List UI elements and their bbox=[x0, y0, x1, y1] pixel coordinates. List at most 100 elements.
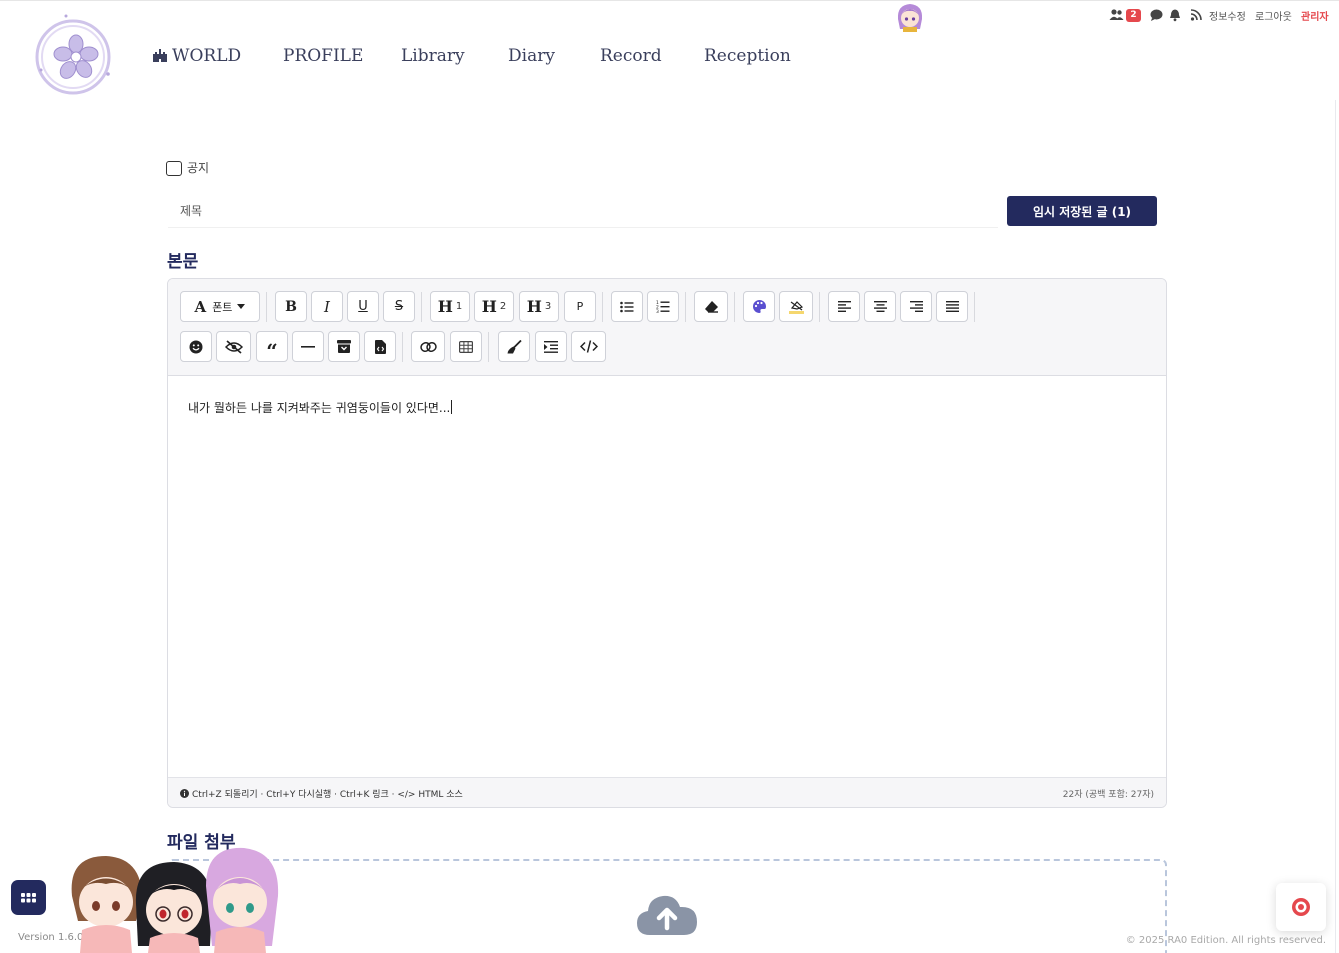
paragraph-button[interactable]: P bbox=[564, 291, 596, 322]
numbered-list-button[interactable]: 1 2 3 bbox=[647, 291, 679, 322]
editor-text: 내가 뭘하든 나를 지켜봐주는 귀염둥이들이 있다면... bbox=[188, 401, 451, 415]
bell-icon[interactable] bbox=[1169, 8, 1181, 22]
align-right-button[interactable] bbox=[900, 291, 932, 322]
logout-link[interactable]: 로그아웃 bbox=[1255, 8, 1292, 23]
insert-link-button[interactable] bbox=[411, 331, 445, 362]
clear-format-button[interactable] bbox=[694, 291, 728, 322]
clean-html-button[interactable] bbox=[498, 331, 530, 362]
align-justify-button[interactable] bbox=[936, 291, 968, 322]
highlight-color-button[interactable] bbox=[779, 291, 813, 322]
heading-3-button[interactable]: H3 bbox=[519, 291, 559, 322]
nav-profile[interactable]: PROFILE bbox=[283, 46, 363, 66]
shortcuts-hint-text: Ctrl+Z 되돌리기 · Ctrl+Y 다시실행 · Ctrl+K 링크 · … bbox=[192, 790, 463, 800]
strikethrough-icon: S bbox=[394, 299, 404, 314]
nav-reception[interactable]: Reception bbox=[704, 46, 791, 66]
bold-icon: B bbox=[285, 298, 297, 315]
text-color-button[interactable] bbox=[743, 291, 775, 322]
edit-profile-link[interactable]: 정보수정 bbox=[1209, 8, 1246, 23]
toolbar-separator bbox=[266, 292, 267, 322]
underline-icon: U bbox=[358, 299, 368, 314]
bold-button[interactable]: B bbox=[275, 291, 307, 322]
numbered-list-icon: 1 2 3 bbox=[656, 300, 670, 313]
paragraph-label: P bbox=[576, 300, 584, 313]
indent-button[interactable] bbox=[535, 331, 567, 362]
users-icon[interactable] bbox=[1109, 8, 1124, 22]
eye-slash-icon bbox=[224, 339, 243, 354]
app-menu-button[interactable] bbox=[11, 880, 46, 915]
user-avatar[interactable] bbox=[894, 1, 926, 32]
body-heading: 본문 bbox=[167, 252, 199, 272]
collapse-button[interactable] bbox=[328, 331, 360, 362]
target-icon bbox=[1292, 898, 1310, 916]
nav-world[interactable]: WORLD bbox=[152, 46, 241, 66]
svg-text:3: 3 bbox=[656, 309, 659, 313]
align-center-icon bbox=[873, 301, 887, 312]
italic-button[interactable]: I bbox=[311, 291, 343, 322]
rss-icon[interactable] bbox=[1190, 8, 1202, 22]
nav-world-label: WORLD bbox=[172, 46, 242, 66]
floating-action-button[interactable] bbox=[1276, 883, 1326, 931]
table-icon bbox=[459, 340, 473, 353]
bullet-list-button[interactable] bbox=[611, 291, 643, 322]
site-logo[interactable] bbox=[28, 10, 118, 100]
strikethrough-button[interactable]: S bbox=[383, 291, 415, 322]
horizontal-rule-button[interactable] bbox=[292, 331, 324, 362]
align-left-button[interactable] bbox=[828, 291, 860, 322]
heading-icon: H bbox=[526, 297, 542, 316]
shortcuts-hint: Ctrl+Z 되돌리기 · Ctrl+Y 다시실행 · Ctrl+K 링크 · … bbox=[180, 787, 463, 800]
title-input[interactable] bbox=[168, 194, 998, 228]
align-justify-icon bbox=[945, 301, 959, 312]
nav-library[interactable]: Library bbox=[401, 46, 465, 66]
editor-toolbar: A 폰트 B I U S H1 H2 H3 P 1 2 3 “ bbox=[168, 279, 1166, 376]
chat-icon[interactable] bbox=[1150, 8, 1163, 22]
admin-link[interactable]: 관리자 bbox=[1301, 8, 1329, 23]
notice-checkbox[interactable] bbox=[166, 161, 182, 176]
quote-button[interactable]: “ bbox=[256, 331, 288, 362]
font-dropdown[interactable]: A 폰트 bbox=[180, 291, 260, 322]
file-code-icon bbox=[374, 339, 386, 354]
insert-table-button[interactable] bbox=[450, 331, 482, 362]
heading-1-button[interactable]: H1 bbox=[430, 291, 470, 322]
align-right-icon bbox=[909, 301, 923, 312]
toolbar-separator bbox=[685, 292, 686, 322]
code-file-button[interactable] bbox=[364, 331, 396, 362]
scroll-edge bbox=[1335, 100, 1336, 953]
toolbar-separator bbox=[734, 292, 735, 322]
italic-icon: I bbox=[324, 297, 330, 316]
align-center-button[interactable] bbox=[864, 291, 896, 322]
eraser-icon bbox=[704, 301, 718, 313]
toolbar-separator bbox=[819, 292, 820, 322]
bullet-list-icon bbox=[620, 301, 634, 312]
hide-text-button[interactable] bbox=[216, 331, 251, 362]
toolbar-separator bbox=[488, 332, 489, 362]
heading-2-button[interactable]: H2 bbox=[474, 291, 514, 322]
heading-level: 3 bbox=[544, 301, 552, 312]
editor-status-bar: Ctrl+Z 되돌리기 · Ctrl+Y 다시실행 · Ctrl+K 링크 · … bbox=[168, 777, 1166, 807]
rich-text-editor: A 폰트 B I U S H1 H2 H3 P 1 2 3 “ 내가 뭘하든 나… bbox=[167, 278, 1167, 808]
editor-content-area[interactable]: 내가 뭘하든 나를 지켜봐주는 귀염둥이들이 있다면... bbox=[188, 399, 453, 416]
nav-diary[interactable]: Diary bbox=[508, 46, 555, 66]
copyright-text: © 2025 RA0 Edition. All rights reserved. bbox=[1125, 935, 1326, 946]
link-icon bbox=[419, 341, 437, 352]
grid-icon bbox=[21, 892, 36, 902]
heading-icon: H bbox=[481, 297, 497, 316]
code-icon bbox=[579, 340, 598, 353]
toolbar-separator bbox=[402, 332, 403, 362]
nav-record[interactable]: Record bbox=[600, 46, 662, 66]
heading-level: 1 bbox=[455, 301, 463, 312]
indent-icon bbox=[544, 340, 558, 353]
heading-icon: H bbox=[437, 297, 453, 316]
broom-icon bbox=[507, 339, 522, 353]
top-border bbox=[0, 0, 1339, 1]
notice-label: 공지 bbox=[187, 161, 210, 175]
align-left-icon bbox=[837, 301, 851, 312]
caret-down-icon bbox=[237, 304, 246, 309]
html-source-button[interactable] bbox=[571, 331, 606, 362]
chibi-characters-illustration bbox=[71, 847, 279, 953]
underline-button[interactable]: U bbox=[347, 291, 379, 322]
users-count-badge: 2 bbox=[1126, 9, 1141, 22]
text-caret bbox=[451, 400, 453, 414]
draft-posts-button[interactable]: 임시 저장된 글 (1) bbox=[1007, 196, 1157, 226]
font-dropdown-label: 폰트 bbox=[212, 300, 233, 314]
emoji-button[interactable] bbox=[180, 331, 212, 362]
